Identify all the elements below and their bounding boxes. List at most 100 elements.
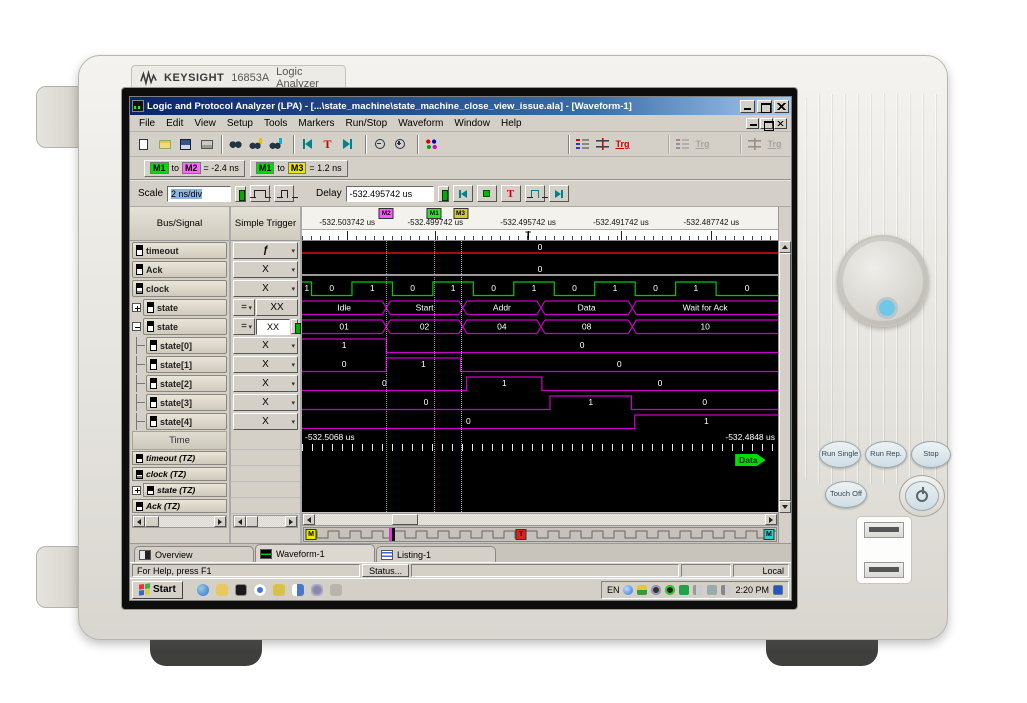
expand-icon[interactable] [132,303,141,312]
tray-shield-icon[interactable] [637,585,647,595]
minimize-button[interactable] [740,100,755,113]
delay-field[interactable]: -532.495742 us [346,186,434,202]
menu-help[interactable]: Help [496,117,527,130]
menu-file[interactable]: File [134,117,160,130]
tray-status-icon[interactable] [665,585,675,595]
taskbar-chrome-icon[interactable] [252,582,268,598]
signal-button-clock[interactable]: clock [132,280,227,297]
new-file-button[interactable] [134,136,153,153]
child-close-button[interactable] [774,118,787,129]
trigger-value-state[interactable]: XX [256,299,298,316]
collapse-icon[interactable] [132,322,141,331]
bus-column-scrollbar[interactable] [132,515,227,528]
waveform-h-scrollbar[interactable] [302,513,778,526]
jump-edge-button[interactable] [525,185,545,202]
overview-marker-t[interactable]: T [516,529,527,540]
trigger-setup-button[interactable]: Trg [613,136,632,153]
time-row-label[interactable]: Time [132,431,227,450]
tray-network-icon[interactable] [707,585,717,595]
tab-waveform-1[interactable]: Waveform-1 [255,544,375,562]
goto-begin-button[interactable] [298,136,317,153]
find-button[interactable] [226,136,245,153]
trigger-color-button[interactable] [291,319,298,334]
trigger-cell-clock[interactable]: X▾ [233,280,298,297]
tray-display-icon[interactable] [773,585,783,595]
taskbar-terminal-icon[interactable] [233,582,249,598]
run-single-button[interactable]: Run Single [819,441,861,468]
waveform-row-ack[interactable]: 0 [302,260,778,279]
usb-port-bottom[interactable] [864,562,904,578]
tray-security-icon[interactable] [679,585,689,595]
menu-markers[interactable]: Markers [293,117,339,130]
waveform-row-clock[interactable]: 101010101010 [302,279,778,298]
bus-signal-header[interactable]: Bus/Signal [130,207,229,241]
lower-waveform-area[interactable]: Data [302,451,778,512]
overview-strip[interactable]: MTM [303,527,777,542]
close-button[interactable] [774,100,789,113]
tab-overview[interactable]: Overview [134,546,254,562]
trigger-column-scrollbar[interactable] [233,515,298,528]
status-button[interactable]: Status... [362,564,409,577]
signal-button-timeout-tz[interactable]: timeout (TZ) [132,451,227,465]
power-button[interactable] [905,481,939,511]
compress-horizontal-button[interactable] [274,185,294,202]
goto-trigger-button[interactable]: T [318,136,337,153]
bus-button-state[interactable]: state [143,299,227,316]
signal-button-state3[interactable]: state[3] [146,394,227,411]
signal-button-ack-tz[interactable]: Ack (TZ) [132,499,227,513]
tray-search-icon[interactable] [623,585,633,595]
trigger-op-state[interactable]: =▾ [233,299,255,316]
child-minimize-button[interactable] [746,118,759,129]
waveform-row-state4[interactable]: 01 [302,412,778,431]
child-restore-button[interactable] [760,118,773,129]
signal-button-timeout[interactable]: timeout [132,242,227,259]
usb-port-top[interactable] [864,522,904,538]
tab-listing-1[interactable]: Listing-1 [376,546,496,562]
overview-marker-m[interactable]: M [306,529,317,540]
find-next-button[interactable] [266,136,285,153]
waveform-row-state2[interactable]: 010 [302,374,778,393]
waveform-row-state-hex[interactable]: 0102040810 [302,317,778,336]
window-titlebar[interactable]: Logic and Protocol Analyzer (LPA) - [...… [130,97,791,115]
waveform-v-scrollbar[interactable] [778,207,791,543]
find-previous-button[interactable] [246,136,265,153]
menu-edit[interactable]: Edit [161,117,188,130]
goto-end-button[interactable] [338,136,357,153]
taskbar-browser-icon[interactable] [195,582,211,598]
menu-window[interactable]: Window [449,117,495,130]
trigger-cell-state3[interactable]: X▾ [233,394,298,411]
maximize-button[interactable] [757,100,772,113]
menu-waveform[interactable]: Waveform [393,117,448,130]
scale-color-button[interactable] [235,186,246,202]
rotary-knob[interactable] [837,235,929,327]
signal-button-state1[interactable]: state[1] [146,356,227,373]
language-indicator[interactable]: EN [607,585,620,595]
tray-volume-icon[interactable] [721,585,731,595]
taskbar-app1-icon[interactable] [271,582,287,598]
jump-marker-button[interactable] [477,185,497,202]
knob-button[interactable] [876,297,898,319]
simple-trigger-header[interactable]: Simple Trigger [231,207,300,241]
trigger-cell-ack[interactable]: X▾ [233,261,298,278]
bus-button-state-tz[interactable]: state (TZ) [143,483,227,497]
waveform-view-button[interactable] [593,136,612,153]
menu-tools[interactable]: Tools [259,117,292,130]
scale-field[interactable]: 2 ns/div [167,186,231,202]
marker-measure-m1-m3[interactable]: M1 to M3 = 1.2 ns [250,160,348,177]
colors-button[interactable] [422,136,441,153]
waveform-row-timeout[interactable]: 0 [302,241,778,260]
signal-button-state0[interactable]: state[0] [146,337,227,354]
expand-icon[interactable] [132,486,141,495]
trigger-value-input[interactable] [256,319,290,335]
jump-end-button[interactable] [549,185,569,202]
overview-marker-m[interactable]: M [763,529,774,540]
tray-app-icon[interactable] [651,585,661,595]
trigger-cell-timeout[interactable]: ƒ▾ [233,242,298,259]
jump-trigger-button[interactable]: T [501,185,521,202]
zoom-out-button[interactable] [370,136,389,153]
signal-button-clock-tz[interactable]: clock (TZ) [132,467,227,481]
listing-view-button[interactable] [573,136,592,153]
run-repetitive-button[interactable]: Run Rep. [865,441,907,468]
stop-button[interactable]: Stop [911,441,951,468]
marker-measure-m1-m2[interactable]: M1 to M2 = -2.4 ns [144,160,245,177]
